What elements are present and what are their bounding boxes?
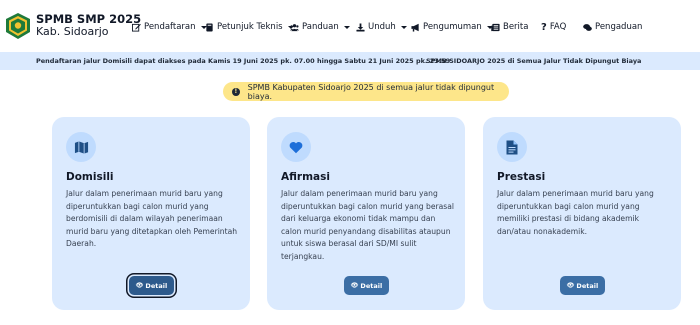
card-icon-wrap [281,132,311,162]
edit-icon [132,23,141,32]
nav-faq[interactable]: ? FAQ [541,22,566,32]
eye-icon: 👁 [566,282,575,289]
card-description: Jalur dalam penerimaan murid baru yang d… [66,189,238,249]
megaphone-icon [411,23,419,32]
chevron-down-icon [400,25,407,29]
book-icon [206,22,213,32]
card-afirmasi: Afirmasi Jalur dalam penerimaan murid ba… [267,117,465,310]
comments-icon [583,23,592,31]
nav-label: Panduan [302,22,339,32]
detail-button-afirmasi[interactable]: 👁 Detail [344,276,389,295]
nav-label: FAQ [549,22,567,32]
ticker-item: SPMB SIDOARJO 2025 di Semua Jalur Tidak … [426,57,642,65]
ticker-item: Pendaftaran jalur Domisili dapat diakses… [36,57,451,65]
newspaper-icon [491,23,500,31]
button-label: Detail [576,281,599,290]
free-of-charge-alert: ! SPMB Kabupaten Sidoarjo 2025 di semua … [223,82,509,101]
detail-button-prestasi[interactable]: 👁 Detail [560,276,605,295]
chevron-down-icon [343,25,350,29]
announcement-ticker: Pendaftaran jalur Domisili dapat diakses… [0,52,700,70]
alert-text: SPMB Kabupaten Sidoarjo 2025 di semua ja… [247,82,495,101]
sidoarjo-logo[interactable] [4,12,32,40]
download-icon [356,22,365,32]
nav-pengumuman[interactable]: Pengumuman [411,22,493,32]
map-icon [74,140,88,154]
nav-berita[interactable]: Berita [491,22,528,32]
detail-button-domisili[interactable]: 👁 Detail [129,276,174,295]
card-title: Afirmasi [281,171,330,183]
nav-label: Berita [503,22,529,32]
brand-subtitle: Kab. Sidoarjo [36,25,109,39]
warning-icon: ! [232,87,240,96]
card-title: Prestasi [497,171,546,183]
nav-label: Pengaduan [595,22,643,32]
question-icon: ? [541,21,547,33]
nav-pengaduan[interactable]: Pengaduan [583,22,642,32]
site-header: SPMB SMP 2025 Kab. Sidoarjo Pendaftaran … [0,0,700,52]
nav-label: Pendaftaran [144,22,196,32]
card-description: Jalur dalam penerimaan murid baru yang d… [497,189,654,236]
nav-label: Unduh [368,22,396,32]
heart-icon [289,141,303,153]
eye-icon: 👁 [135,282,144,289]
nav-unduh[interactable]: Unduh [356,22,407,32]
card-description: Jalur dalam penerimaan murid baru yang d… [281,189,454,261]
button-label: Detail [145,281,168,290]
card-icon-wrap [497,132,527,162]
nav-label: Pengumuman [423,22,482,32]
card-icon-wrap [66,132,96,162]
brand[interactable]: SPMB SMP 2025 Kab. Sidoarjo [36,12,141,39]
nav-pendaftaran[interactable]: Pendaftaran [132,22,207,32]
nav-petunjuk-teknis[interactable]: Petunjuk Teknis [205,22,294,32]
eye-icon: 👁 [350,282,359,289]
document-icon [506,140,518,154]
card-title: Domisili [66,171,114,183]
users-icon [290,23,299,31]
nav-label: Petunjuk Teknis [217,22,283,32]
nav-panduan[interactable]: Panduan [290,22,350,32]
button-label: Detail [360,281,383,290]
card-prestasi: Prestasi Jalur dalam penerimaan murid ba… [483,117,681,310]
card-domisili: Domisili Jalur dalam penerimaan murid ba… [52,117,250,310]
